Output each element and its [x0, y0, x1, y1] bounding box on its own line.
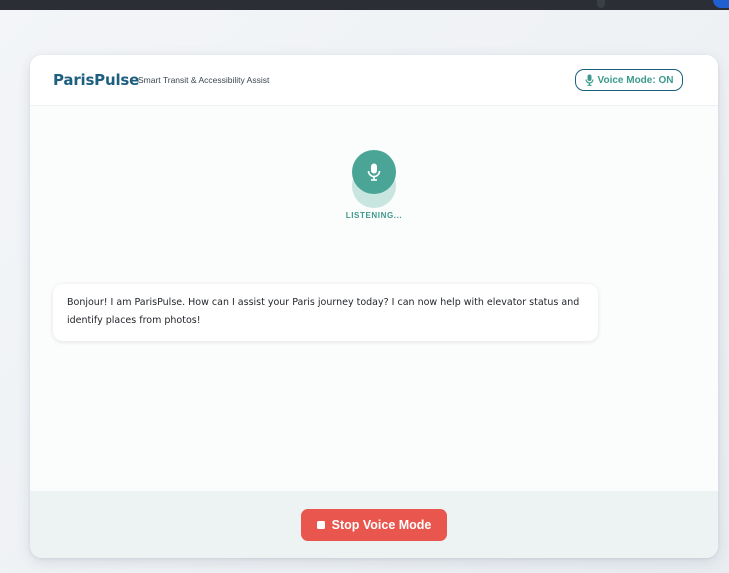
stop-voice-mode-button[interactable]: Stop Voice Mode: [301, 509, 447, 541]
app-header: ParisPulse Smart Transit & Accessibility…: [30, 55, 718, 106]
app-card: ParisPulse Smart Transit & Accessibility…: [30, 55, 718, 558]
voice-mode-toggle[interactable]: Voice Mode: ON: [575, 69, 683, 91]
brand-logo[interactable]: ParisPulse: [53, 71, 139, 89]
browser-tab-edge: [597, 0, 605, 8]
mic-button[interactable]: [352, 150, 396, 194]
voice-mode-label: Voice Mode: ON: [597, 74, 674, 86]
stop-square-icon: [316, 521, 325, 529]
assistant-message: Bonjour! I am ParisPulse. How can I assi…: [53, 284, 598, 341]
app-footer: Stop Voice Mode: [30, 491, 718, 558]
listening-status: LISTENING...: [345, 211, 403, 220]
mic-control: [350, 150, 398, 210]
microphone-icon: [584, 74, 594, 86]
browser-top-bar: [0, 0, 729, 10]
microphone-icon: [367, 163, 381, 181]
stop-voice-mode-label: Stop Voice Mode: [331, 518, 432, 532]
brand-tagline: Smart Transit & Accessibility Assist: [138, 75, 270, 85]
browser-accent-edge: [713, 0, 729, 8]
